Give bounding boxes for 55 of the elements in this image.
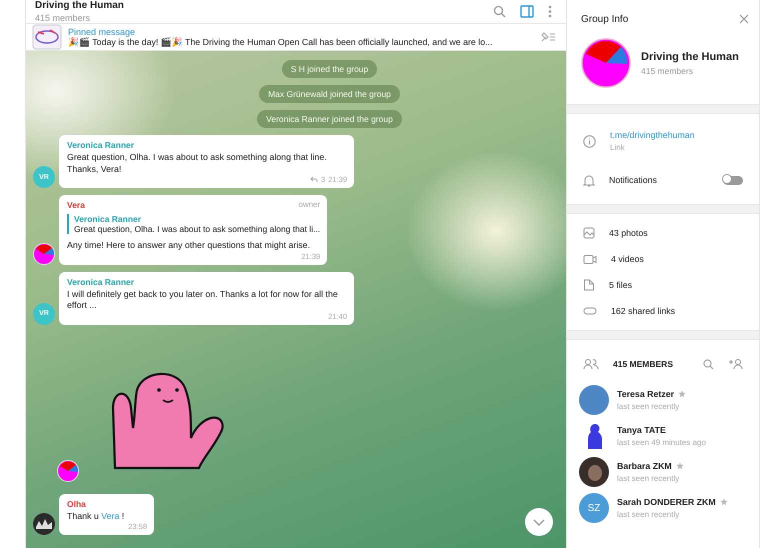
message-text: Great question, Olha. I was about to ask something along that line. Thanks, Vera! <box>67 152 328 176</box>
role-label: owner <box>298 200 320 210</box>
avatar-icon[interactable] <box>57 460 79 482</box>
members-heading: 415 MEMBERS <box>613 359 674 369</box>
group-name: Driving the Human <box>641 50 739 62</box>
member-item[interactable]: Barbara ZKM last seen recently <box>567 454 759 490</box>
service-message: Max Grünewald joined the group <box>259 85 400 104</box>
sender-name[interactable]: Vera <box>67 200 85 210</box>
bell-icon <box>583 174 595 186</box>
avatar-photo-placeholder[interactable] <box>33 513 55 535</box>
reply-quote[interactable]: Veronica Ranner Great question, Olha. I was about to ask something along that li... <box>67 214 320 234</box>
reply-arrow-icon <box>310 176 318 184</box>
pin-list-icon[interactable] <box>540 31 556 44</box>
message-text: Thank u Vera ! <box>67 510 126 522</box>
pinned-thumbnail-icon <box>32 24 62 50</box>
sender-name[interactable]: Olha <box>67 498 86 509</box>
search-icon[interactable] <box>493 5 506 18</box>
scroll-down-button[interactable] <box>525 508 553 536</box>
info-icon <box>583 134 596 148</box>
add-member-icon[interactable] <box>728 358 743 370</box>
pinned-label: Pinned message <box>68 27 136 38</box>
avatar-icon[interactable] <box>33 242 55 265</box>
member-count: 415 members <box>35 13 92 24</box>
member-item[interactable]: SZ Sarah DONDERER ZKM last seen recently <box>567 490 759 526</box>
media-row[interactable]: 5 files <box>567 272 759 298</box>
notifications-label: Notifications <box>609 175 658 185</box>
notifications-toggle[interactable] <box>723 176 743 184</box>
service-message: S H joined the group <box>282 60 378 78</box>
members-icon <box>583 358 599 370</box>
chevron-down-icon <box>533 518 545 526</box>
avatar-photo-placeholder <box>579 457 609 487</box>
group-avatar-icon <box>581 38 631 88</box>
member-count: 415 members <box>641 66 694 76</box>
quoted-text: Great question, Olha. I was about to ask something along that li... <box>74 224 320 234</box>
media-row[interactable]: 4 videos <box>567 246 759 272</box>
pinned-text: 🎉🎬 Today is the day! 🎬🎉 The Driving the Human Open Call has been officially launched, and we are lo... <box>68 37 494 48</box>
search-icon[interactable] <box>703 358 714 370</box>
more-icon[interactable] <box>548 5 552 18</box>
link-label: Link <box>610 143 626 152</box>
file-icon <box>583 279 595 291</box>
chat-title: Driving the Human <box>35 0 125 12</box>
quoted-sender: Veronica Ranner <box>74 214 142 224</box>
link-icon <box>583 306 597 316</box>
message-text: I will definitely get back to you later on. Thanks a lot for now for all the effort ... <box>67 288 339 312</box>
service-message: Veronica Ranner joined the group <box>257 110 402 128</box>
member-item[interactable]: Teresa Retzer last seen recently <box>567 382 759 418</box>
panel-title: Group Info <box>581 14 628 24</box>
media-row[interactable]: 43 photos <box>567 220 759 246</box>
close-icon[interactable] <box>739 14 749 24</box>
video-icon <box>583 254 597 264</box>
photo-icon <box>583 227 595 239</box>
member-item[interactable]: Tanya TATE last seen 49 minutes ago <box>567 418 759 454</box>
sidebar-toggle-icon[interactable] <box>520 5 534 18</box>
media-row[interactable]: 162 shared links <box>567 298 759 324</box>
message-text: Any time! Here to answer any other questions that might arise. <box>67 240 312 252</box>
